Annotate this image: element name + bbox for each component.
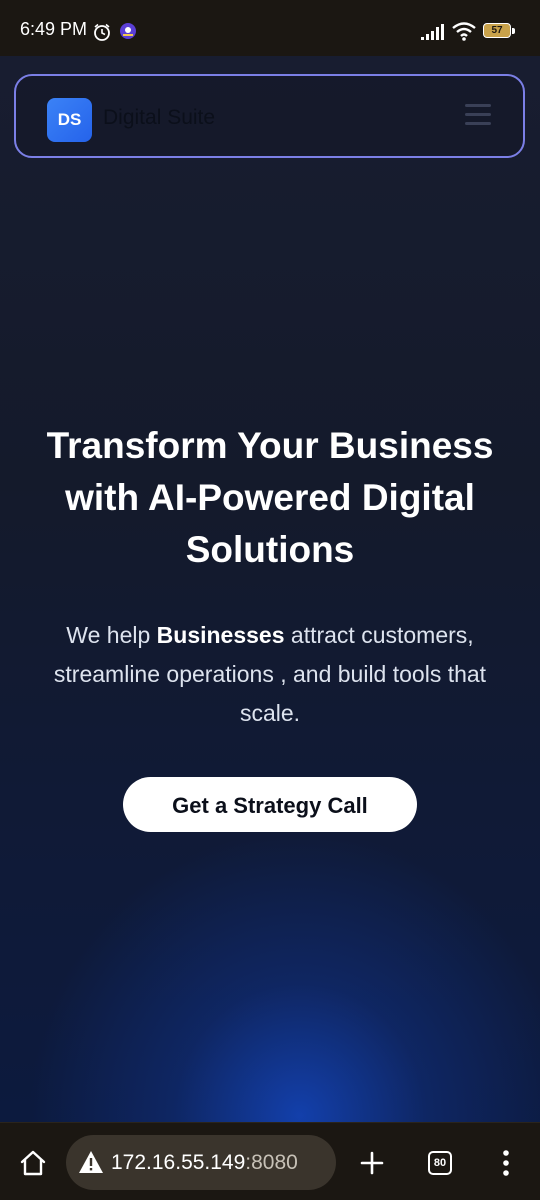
hamburger-menu-icon[interactable] [465,104,491,126]
home-icon[interactable] [19,1149,47,1177]
app-notification-icon [120,23,136,39]
signal-icon [421,24,444,40]
url-host: 172.16.55.149 [111,1151,246,1174]
new-tab-plus-icon[interactable] [360,1151,384,1175]
battery-cap [512,28,515,34]
alarm-icon [94,23,110,41]
tab-switcher-icon[interactable]: 80 [428,1151,452,1175]
address-bar[interactable]: 172.16.55.149:8080 [66,1135,336,1190]
wifi-icon [452,22,476,41]
hero-subtitle-bold: Businesses [156,622,285,648]
hero-subtitle-prefix: We help [66,622,157,648]
logo-badge[interactable]: DS [47,98,92,142]
get-strategy-call-button[interactable]: Get a Strategy Call [123,777,417,832]
status-time: 6:49 PM [20,19,88,39]
not-secure-warning-icon[interactable] [78,1150,104,1174]
battery-level: 57 [491,25,503,36]
web-page: DS Digital Suite Transform Your Business… [0,56,540,1122]
hero-subtitle: We help Businesses attract customers, st… [40,616,500,733]
navbar: DS Digital Suite [14,74,525,158]
phone-screen: 6:49 PM 57 DS Digital Suite Transform Yo… [0,0,540,1200]
more-options-icon[interactable] [500,1149,512,1177]
url-port: :8080 [245,1151,298,1174]
browser-bottom-bar: 172.16.55.149:8080 80 [0,1122,540,1200]
battery-icon: 57 [483,23,516,40]
hero-title: Transform Your Business with AI-Powered … [46,425,494,570]
status-bar: 6:49 PM 57 [0,0,540,56]
url-text[interactable]: 172.16.55.149:8080 [111,1151,298,1175]
brand-name[interactable]: Digital Suite [103,106,215,130]
